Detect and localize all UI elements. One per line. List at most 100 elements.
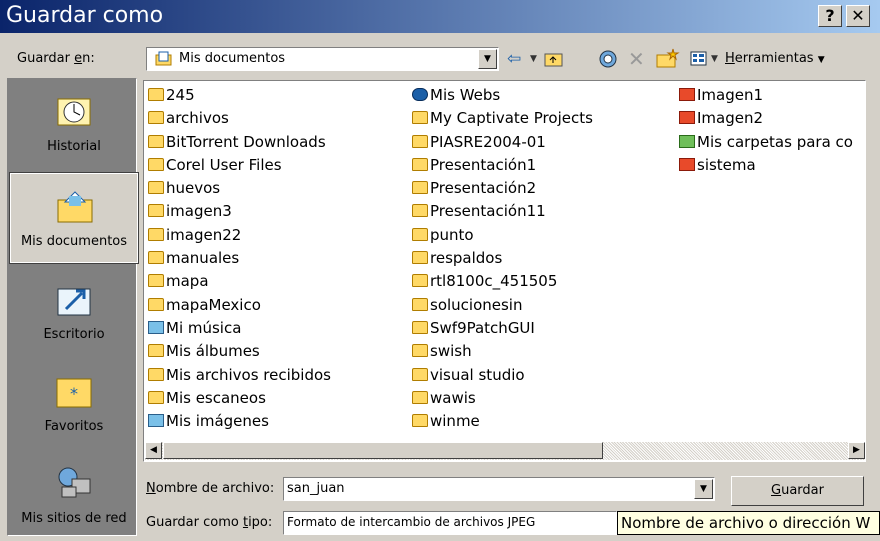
- file-item[interactable]: solucionesin: [412, 294, 593, 317]
- up-folder-icon[interactable]: [544, 50, 564, 76]
- file-item[interactable]: wawis: [412, 387, 593, 410]
- file-column-2: Mis Webs My Captivate Projects PIASRE2004-…: [412, 84, 593, 433]
- folder-icon: [412, 227, 428, 241]
- folder-icon: [412, 251, 428, 265]
- net-icon: [679, 134, 695, 148]
- place-my-documents[interactable]: Mis documentos: [9, 172, 139, 264]
- scroll-right-icon[interactable]: ▶: [848, 442, 865, 459]
- file-item[interactable]: visual studio: [412, 364, 593, 387]
- scroll-left-icon[interactable]: ◀: [145, 442, 162, 459]
- file-item[interactable]: Mi música: [148, 317, 331, 340]
- save-button[interactable]: Guardar: [731, 476, 864, 506]
- file-item[interactable]: swish: [412, 340, 593, 363]
- file-name: Mis álbumes: [166, 342, 260, 361]
- file-name: Corel User Files: [166, 155, 282, 174]
- file-item[interactable]: Mis álbumes: [148, 340, 331, 363]
- file-name: winme: [430, 412, 480, 431]
- file-name: Mis escaneos: [166, 388, 266, 407]
- folder-icon: [412, 111, 428, 125]
- network-places-icon: [58, 467, 91, 498]
- folder-icon: [412, 414, 428, 428]
- file-item[interactable]: BitTorrent Downloads: [148, 131, 331, 154]
- back-arrow-icon[interactable]: ⇦: [507, 46, 521, 72]
- file-item[interactable]: Imagen1: [679, 84, 853, 107]
- file-item[interactable]: Swf9PatchGUI: [412, 317, 593, 340]
- svg-text:*: *: [70, 384, 78, 403]
- filetype-select[interactable]: Formato de intercambio de archivos JPEG: [283, 511, 617, 535]
- save-in-combo[interactable]: Mis documentos ▼: [146, 47, 499, 71]
- title-bar[interactable]: Guardar como ? ✕: [0, 0, 880, 33]
- horizontal-scrollbar[interactable]: ◀ ▶: [145, 442, 865, 460]
- place-label: Mis sitios de red: [21, 511, 127, 526]
- file-name: Imagen2: [697, 109, 764, 128]
- file-name: mapa: [166, 272, 209, 291]
- filename-input[interactable]: san_juan ▼: [283, 477, 715, 501]
- file-item[interactable]: mapaMexico: [148, 294, 331, 317]
- file-item[interactable]: respaldos: [412, 247, 593, 270]
- help-button[interactable]: ?: [818, 5, 842, 27]
- file-name: Presentación2: [430, 179, 537, 198]
- file-item[interactable]: sistema: [679, 154, 853, 177]
- save-in-label: Guardar en:: [17, 51, 95, 66]
- folder-icon: [148, 134, 164, 148]
- file-item[interactable]: archivos: [148, 107, 331, 130]
- search-web-icon[interactable]: [598, 49, 620, 75]
- folder-icon: [148, 344, 164, 358]
- file-item[interactable]: rtl8100c_451505: [412, 270, 593, 293]
- image-icon: [679, 111, 695, 125]
- file-item[interactable]: My Captivate Projects: [412, 107, 593, 130]
- file-item[interactable]: imagen22: [148, 224, 331, 247]
- filetype-label: Guardar como tipo:: [146, 515, 273, 530]
- file-item[interactable]: imagen3: [148, 200, 331, 223]
- file-item[interactable]: punto: [412, 224, 593, 247]
- file-item[interactable]: winme: [412, 410, 593, 433]
- close-button[interactable]: ✕: [846, 5, 870, 27]
- scroll-thumb[interactable]: [163, 442, 603, 459]
- file-item[interactable]: huevos: [148, 177, 331, 200]
- place-label: Favoritos: [44, 419, 104, 434]
- chevron-down-icon[interactable]: ▼: [478, 49, 497, 69]
- folder-icon: [412, 367, 428, 381]
- folder-icon: [412, 204, 428, 218]
- file-list[interactable]: 245 archivos BitTorrent Downloads Corel Use…: [143, 80, 866, 462]
- file-name: solucionesin: [430, 295, 523, 314]
- back-dropdown-icon[interactable]: ▼: [530, 46, 537, 72]
- chevron-down-icon[interactable]: ▼: [694, 479, 713, 499]
- file-item[interactable]: Presentación1: [412, 154, 593, 177]
- music-icon: [148, 320, 164, 334]
- delete-icon[interactable]: ✕: [628, 46, 645, 72]
- file-name: punto: [430, 225, 474, 244]
- place-favorites[interactable]: * Favoritos: [10, 359, 138, 449]
- file-item[interactable]: Mis carpetas para co: [679, 131, 853, 154]
- file-item[interactable]: Mis Webs: [412, 84, 593, 107]
- folder-icon: [412, 297, 428, 311]
- place-label: Mis documentos: [20, 234, 128, 249]
- file-name: huevos: [166, 179, 221, 198]
- place-network[interactable]: Mis sitios de red: [10, 451, 138, 541]
- file-item[interactable]: Presentación2: [412, 177, 593, 200]
- tools-menu[interactable]: Herramientas ▼: [725, 46, 825, 72]
- file-item[interactable]: PIASRE2004-01: [412, 131, 593, 154]
- folder-icon: [148, 367, 164, 381]
- views-icon[interactable]: [690, 51, 708, 77]
- folder-icon: [412, 320, 428, 334]
- file-name: sistema: [697, 155, 756, 174]
- place-label: Historial: [47, 139, 101, 154]
- folder-icon: [148, 88, 164, 101]
- file-column-1: 245 archivos BitTorrent Downloads Corel Use…: [148, 84, 331, 433]
- file-item[interactable]: Presentación11: [412, 200, 593, 223]
- file-item[interactable]: Mis escaneos: [148, 387, 331, 410]
- file-item[interactable]: manuales: [148, 247, 331, 270]
- place-history[interactable]: Historial: [10, 79, 138, 169]
- filetype-value: Formato de intercambio de archivos JPEG: [287, 515, 536, 529]
- file-item[interactable]: Imagen2: [679, 107, 853, 130]
- file-item[interactable]: Corel User Files: [148, 154, 331, 177]
- file-item[interactable]: Mis archivos recibidos: [148, 364, 331, 387]
- file-item[interactable]: 245: [148, 84, 331, 107]
- file-item[interactable]: mapa: [148, 270, 331, 293]
- place-label: Escritorio: [43, 327, 105, 342]
- file-item[interactable]: Mis imágenes: [148, 410, 331, 433]
- place-desktop[interactable]: Escritorio: [10, 267, 138, 357]
- new-folder-icon[interactable]: [656, 48, 680, 74]
- views-dropdown-icon[interactable]: ▼: [711, 46, 718, 72]
